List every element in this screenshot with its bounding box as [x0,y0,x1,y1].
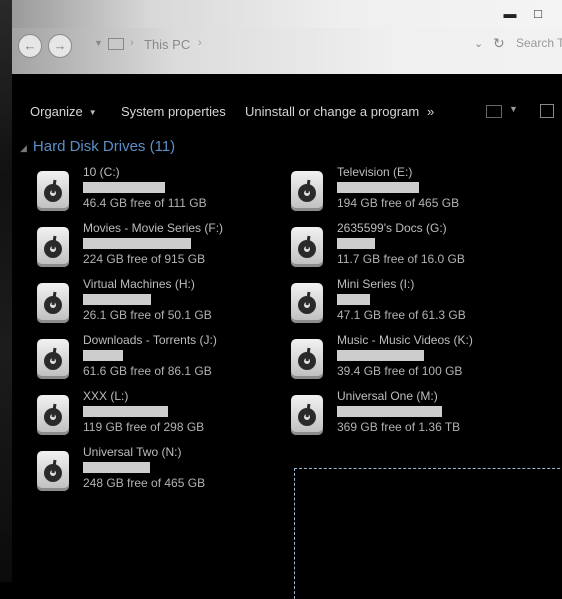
drive-name: Virtual Machines (H:) [83,277,195,291]
capacity-bar [83,350,225,361]
drive-name: Mini Series (I:) [337,277,415,291]
drive-name: Movies - Movie Series (F:) [83,221,224,235]
drive-free-space: 46.4 GB free of 111 GB [83,196,207,210]
capacity-bar [83,294,225,305]
hard-drive-icon [291,283,323,323]
breadcrumb-chevron-icon[interactable]: › [130,37,134,49]
drive-name: XXX (L:) [83,389,129,403]
forward-arrow-icon[interactable]: → [48,34,72,58]
drive-free-space: 47.1 GB free of 61.3 GB [337,308,466,322]
drive-free-space: 61.6 GB free of 86.1 GB [83,364,212,378]
capacity-bar [337,182,479,193]
change-view-icon[interactable] [486,105,502,118]
capacity-bar [83,182,225,193]
drive-name: Downloads - Torrents (J:) [83,333,217,347]
chevron-down-icon[interactable]: ▼ [509,104,518,114]
capacity-bar-fill [337,350,424,361]
drive-name: Television (E:) [337,165,413,179]
hard-drive-icon [291,227,323,267]
capacity-bar-fill [83,350,123,361]
drive-free-space: 248 GB free of 465 GB [83,476,206,490]
drive-name: Music - Music Videos (K:) [337,333,473,347]
capacity-bar [337,238,479,249]
capacity-bar [83,238,225,249]
chevron-down-icon: ▼ [88,108,97,118]
capacity-bar-fill [83,238,191,249]
capacity-bar-fill [337,294,370,305]
hard-drive-icon [37,171,69,211]
drive-item[interactable]: Universal Two (N:) 248 GB free of 465 GB [37,445,277,497]
drive-item[interactable]: Movies - Movie Series (F:) 224 GB free o… [37,221,277,273]
drive-item[interactable]: Mini Series (I:) 47.1 GB free of 61.3 GB [291,277,531,329]
capacity-bar [337,350,479,361]
drive-name: Universal Two (N:) [83,445,182,459]
drive-item[interactable]: Television (E:) 194 GB free of 465 GB [291,165,531,217]
capacity-bar-fill [83,294,152,305]
organize-menu[interactable]: Organize ▼ [30,104,97,119]
drive-free-space: 26.1 GB free of 50.1 GB [83,308,212,322]
navigation-bar: ← → ▼ › This PC › ⌄ ↻ Search This PC [12,28,562,74]
capacity-bar-fill [337,406,443,417]
drive-item[interactable]: Music - Music Videos (K:) 39.4 GB free o… [291,333,531,385]
drive-free-space: 11.7 GB free of 16.0 GB [337,252,465,266]
computer-icon [108,38,124,50]
drive-name: 2635599's Docs (G:) [337,221,447,235]
drive-item[interactable]: Universal One (M:) 369 GB free of 1.36 T… [291,389,531,441]
recent-locations-chevron-icon[interactable]: ▼ [94,38,103,48]
group-header-hard-disk-drives[interactable]: ◢ Hard Disk Drives (11) [20,138,175,155]
group-title: Hard Disk Drives (11) [32,138,176,155]
drive-item[interactable]: 10 (C:) 46.4 GB free of 111 GB [37,165,277,217]
more-commands-button[interactable]: » [427,104,434,119]
hard-drive-icon [37,339,69,379]
capacity-bar-fill [337,238,376,249]
drive-free-space: 39.4 GB free of 100 GB [337,364,463,378]
search-input[interactable]: Search This PC [516,36,562,50]
breadcrumb-this-pc[interactable]: This PC [144,37,190,52]
capacity-bar-fill [83,462,150,473]
capacity-bar [83,406,225,417]
capacity-bar-fill [337,182,420,193]
command-toolbar: Organize ▼ System properties Uninstall or… [12,96,562,128]
title-bar: ▬ □ [12,0,562,28]
hard-drive-icon [37,227,69,267]
uninstall-program-button[interactable]: Uninstall or change a program [245,104,419,119]
capacity-bar [337,294,479,305]
organize-label: Organize [30,104,83,119]
drive-item[interactable]: 2635599's Docs (G:) 11.7 GB free of 16.0… [291,221,531,273]
address-dropdown-chevron-icon[interactable]: ⌄ [474,37,483,50]
drive-free-space: 369 GB free of 1.36 TB [337,420,461,434]
hard-drive-icon [37,395,69,435]
capacity-bar-fill [83,182,166,193]
selection-rectangle [294,468,562,599]
system-properties-button[interactable]: System properties [121,104,226,119]
drive-free-space: 194 GB free of 465 GB [337,196,460,210]
drive-free-space: 119 GB free of 298 GB [83,420,205,434]
refresh-icon[interactable]: ↻ [493,35,505,52]
capacity-bar-fill [83,406,169,417]
drive-free-space: 224 GB free of 915 GB [83,252,206,266]
maximize-button[interactable]: □ [528,6,548,22]
background-desktop [0,0,12,582]
hard-drive-icon [37,451,69,491]
hard-drive-icon [37,283,69,323]
back-arrow-icon[interactable]: ← [18,34,42,58]
hard-drive-icon [291,395,323,435]
drive-name: 10 (C:) [83,165,120,179]
drive-name: Universal One (M:) [337,389,438,403]
breadcrumb-chevron-icon[interactable]: › [198,37,202,49]
minimize-button[interactable]: ▬ [500,6,520,22]
hard-drive-icon [291,171,323,211]
drive-item[interactable]: Virtual Machines (H:) 26.1 GB free of 50… [37,277,277,329]
capacity-bar [337,406,479,417]
collapse-triangle-icon[interactable]: ◢ [20,143,27,153]
capacity-bar [83,462,225,473]
hard-drive-icon [291,339,323,379]
preview-pane-icon[interactable] [540,104,554,118]
drive-item[interactable]: Downloads - Torrents (J:) 61.6 GB free o… [37,333,277,385]
drive-item[interactable]: XXX (L:) 119 GB free of 298 GB [37,389,277,441]
